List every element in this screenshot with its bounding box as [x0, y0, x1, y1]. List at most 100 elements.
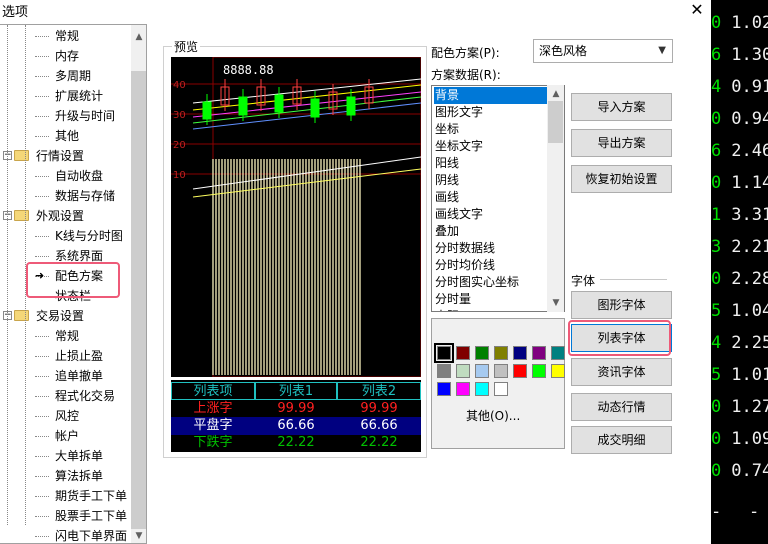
terminal-row: 0 1.09: [711, 427, 768, 451]
tree-connector: [35, 536, 49, 537]
tree-group-9[interactable]: 外观设置: [36, 206, 84, 226]
scroll-down-icon[interactable]: ▼: [131, 528, 146, 543]
color-swatch[interactable]: [551, 346, 565, 360]
close-icon[interactable]: ✕: [688, 0, 706, 20]
terminal-value: 1.30: [731, 45, 768, 65]
scheme-item[interactable]: 画线文字: [434, 206, 547, 223]
list-scroll-up-icon[interactable]: ▲: [548, 86, 564, 102]
color-swatch[interactable]: [513, 364, 527, 378]
color-swatch[interactable]: [437, 364, 451, 378]
scheme-item[interactable]: 分时量: [434, 291, 547, 308]
tree-group-14[interactable]: 交易设置: [36, 306, 84, 326]
scheme-item[interactable]: 叠加: [434, 223, 547, 240]
tree-connector: [35, 136, 49, 137]
scheme-item[interactable]: 背景: [434, 87, 547, 104]
tree-item[interactable]: 升级与时间: [55, 106, 115, 126]
restore-defaults-button[interactable]: 恢复初始设置: [571, 165, 672, 193]
folder-icon: [14, 210, 29, 221]
tree-item[interactable]: 闪电下单界面: [55, 526, 127, 543]
scheme-item[interactable]: 太阳: [434, 308, 547, 311]
table-header-cell: 列表1: [255, 382, 337, 400]
scheme-item[interactable]: 坐标: [434, 121, 547, 138]
terminal-value: 2.28: [731, 269, 768, 289]
graph-font-button[interactable]: 图形字体: [571, 291, 672, 319]
tree-item[interactable]: 期货手工下单: [55, 486, 127, 506]
candle-body: [238, 96, 248, 116]
tree-connector: [35, 36, 49, 37]
other-color-button[interactable]: 其他(O)...: [466, 407, 520, 424]
tree-item[interactable]: 大单拆单: [55, 446, 103, 466]
color-swatch[interactable]: [456, 382, 470, 396]
color-swatch[interactable]: [434, 343, 454, 363]
color-swatch[interactable]: [513, 346, 527, 360]
tree-item[interactable]: 数据与存储: [55, 186, 115, 206]
tree-item[interactable]: 帐户: [55, 426, 79, 446]
terminal-index: 3: [711, 237, 722, 257]
dynamic-quote-button[interactable]: 动态行情: [571, 393, 672, 421]
scheme-item[interactable]: 坐标文字: [434, 138, 547, 155]
export-scheme-button[interactable]: 导出方案: [571, 129, 672, 157]
tree-item[interactable]: 算法拆单: [55, 466, 103, 486]
tree-item[interactable]: 程式化交易: [55, 386, 115, 406]
table-cell: 22.22: [277, 435, 315, 450]
tree-connector: [35, 436, 49, 437]
deal-detail-button[interactable]: 成交明细: [571, 426, 672, 454]
color-swatch[interactable]: [475, 346, 489, 360]
table-row-label: 下跌字: [193, 435, 233, 450]
tree-item[interactable]: 多周期: [55, 66, 91, 86]
tree-item[interactable]: 自动收盘: [55, 166, 103, 186]
tree-item[interactable]: 其他: [55, 126, 79, 146]
scheme-item[interactable]: 图形文字: [434, 104, 547, 121]
tree-group-6[interactable]: 行情设置: [36, 146, 84, 166]
scheme-select[interactable]: 深色风格 ▼: [533, 39, 673, 63]
scheme-item[interactable]: 分时均价线: [434, 257, 547, 274]
color-swatch[interactable]: [475, 364, 489, 378]
info-font-button[interactable]: 资讯字体: [571, 358, 672, 386]
color-swatch[interactable]: [456, 364, 470, 378]
tree-scroll-thumb[interactable]: [131, 71, 146, 529]
color-swatch[interactable]: [532, 346, 546, 360]
scheme-item[interactable]: 画线: [434, 189, 547, 206]
scheme-item[interactable]: 分时数据线: [434, 240, 547, 257]
color-swatch[interactable]: [532, 364, 546, 378]
color-swatch[interactable]: [475, 382, 489, 396]
terminal-value: 0.91: [731, 77, 768, 97]
color-swatch[interactable]: [456, 346, 470, 360]
tree-connector: [35, 396, 49, 397]
background-terminal: 0 1.02 6 1.30 4 0.91 0 0.94 6 2.46 0 1.14 1 3.31 3 2.21…: [711, 0, 768, 544]
tree-connector: [35, 76, 49, 77]
tree-item[interactable]: 内存: [55, 46, 79, 66]
tree-item[interactable]: 股票手工下单: [55, 506, 127, 526]
scroll-up-icon[interactable]: ▲: [131, 29, 146, 45]
terminal-row: 1 3.31: [711, 203, 768, 227]
color-swatch[interactable]: [437, 382, 451, 396]
import-scheme-button[interactable]: 导入方案: [571, 93, 672, 121]
scheme-item[interactable]: 阴线: [434, 172, 547, 189]
y-tick-label: 20: [173, 140, 186, 151]
tree-item[interactable]: 止损止盈: [55, 346, 103, 366]
color-swatch[interactable]: [494, 382, 508, 396]
series-line: [192, 78, 421, 104]
tree-item[interactable]: 扩展统计: [55, 86, 103, 106]
table-cell: 22.22: [360, 435, 398, 450]
tree-item[interactable]: 常规: [55, 26, 79, 46]
tree-item[interactable]: 追单撤单: [55, 366, 103, 386]
terminal-value: 1.02: [731, 13, 768, 33]
font-group-divider: [600, 279, 667, 280]
tree-connector: [35, 256, 49, 257]
color-swatch[interactable]: [494, 364, 508, 378]
list-scroll-thumb[interactable]: [548, 101, 563, 143]
tree-connector: [35, 236, 49, 237]
tree-item[interactable]: 常规: [55, 326, 79, 346]
terminal-row: 0 0.74: [711, 459, 768, 483]
tree-item[interactable]: 风控: [55, 406, 79, 426]
table-cell: 66.66: [337, 417, 421, 435]
list-scroll-down-icon[interactable]: ▼: [548, 295, 564, 311]
tree-item[interactable]: K线与分时图: [55, 226, 123, 246]
scheme-data-list: 背景 图形文字 坐标 坐标文字 阳线 阴线 画线 画线文字 叠加 分时数据线 分时均价线 分时图实心坐…: [431, 85, 565, 312]
color-swatch[interactable]: [494, 346, 508, 360]
scheme-item[interactable]: 阳线: [434, 155, 547, 172]
color-swatch[interactable]: [551, 364, 565, 378]
scheme-item[interactable]: 分时图实心坐标: [434, 274, 547, 291]
preview-chart: 8888.88 40 30 20 10: [171, 57, 421, 377]
